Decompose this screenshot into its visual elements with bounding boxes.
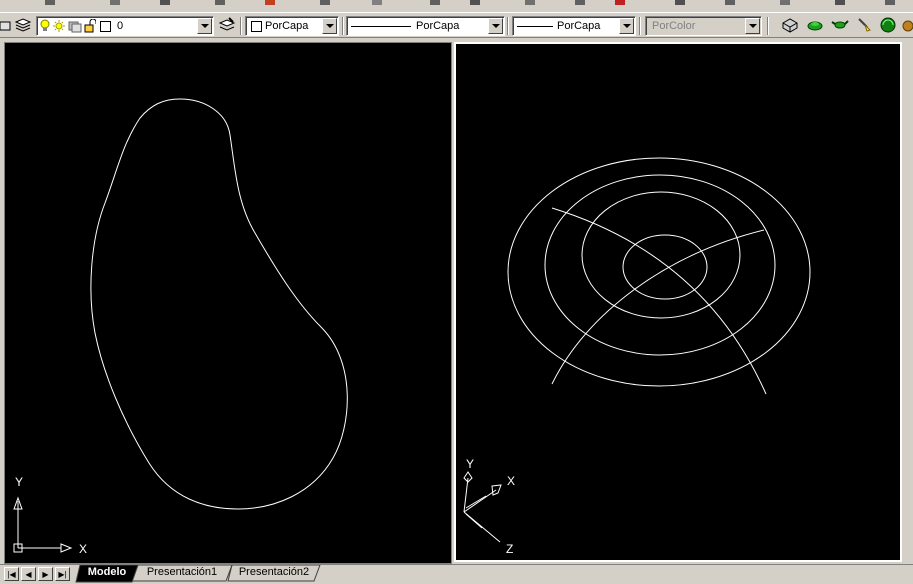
tab-shapes <box>75 565 321 583</box>
color-swatch <box>251 21 262 32</box>
render-sphere-icon[interactable] <box>879 16 897 34</box>
toolbar-icon[interactable] <box>615 0 625 5</box>
ucs-y-label: Y <box>15 475 23 489</box>
drawing-area: Y X Y X Z <box>0 39 913 564</box>
light-icon[interactable] <box>855 16 873 34</box>
toolbar-separator <box>639 17 641 35</box>
sun-icon <box>53 19 65 36</box>
lineweight-sample <box>517 26 553 27</box>
ucs-z-label: Z <box>506 542 513 556</box>
ucs-icon-3d <box>463 471 502 543</box>
plotstyle-dropdown[interactable]: PorColor <box>645 16 762 36</box>
toolbar-icon[interactable] <box>835 0 845 5</box>
toolbar-separator <box>240 17 242 35</box>
plotstyle-dropdown-arrow[interactable] <box>745 18 760 34</box>
properties-toolbar: 0 PorCapa PorCapa PorCapa PorColor <box>0 12 913 38</box>
toolbar-icon[interactable] <box>725 0 735 5</box>
viewport-freeze-icon <box>68 19 82 36</box>
toolbar-icon[interactable] <box>885 0 895 5</box>
color-dropdown[interactable]: PorCapa <box>245 16 339 36</box>
toolbar-icon[interactable] <box>430 0 440 5</box>
left-viewport[interactable]: Y X <box>4 42 452 564</box>
render-teapot-icon[interactable] <box>831 16 849 34</box>
ucs-x-label: X <box>79 542 87 556</box>
lineweight-value: PorCapa <box>557 20 601 32</box>
box-solid-icon[interactable] <box>781 16 799 34</box>
shade-solid-icon[interactable] <box>806 16 824 34</box>
layer-dropdown-arrow[interactable] <box>197 18 212 34</box>
toolbar-icon[interactable] <box>160 0 170 5</box>
toolbar-icon[interactable] <box>45 0 55 5</box>
layer-color-swatch <box>100 21 111 32</box>
layer-dropdown[interactable]: 0 <box>36 16 214 36</box>
toolbar-icon[interactable] <box>215 0 225 5</box>
lock-icon <box>84 18 97 36</box>
toolbar-icon[interactable] <box>470 0 480 5</box>
tab-presentacion1[interactable]: Presentación1 <box>138 565 226 581</box>
linetype-dropdown[interactable]: PorCapa <box>346 16 505 36</box>
toolbar-icon[interactable] <box>110 0 120 5</box>
ucs-x-label: X <box>507 474 515 488</box>
toolbar-separator <box>342 17 344 35</box>
right-viewport[interactable]: Y X Z <box>454 42 902 562</box>
tab-modelo[interactable]: Modelo <box>80 565 134 581</box>
toolbar-icon[interactable] <box>320 0 330 5</box>
left-viewport-canvas: Y X <box>13 98 348 556</box>
layer-stack-icon[interactable] <box>14 16 32 34</box>
lineweight-dropdown[interactable]: PorCapa <box>512 16 636 36</box>
color-dropdown-arrow[interactable] <box>322 18 337 34</box>
linetype-value: PorCapa <box>416 20 460 32</box>
kidney-shape-outline <box>90 98 348 510</box>
toolbar-icon[interactable] <box>525 0 535 5</box>
upper-toolbar-strip <box>0 0 913 10</box>
lightbulb-icon <box>40 19 50 36</box>
toolbar-icon[interactable] <box>372 0 382 5</box>
toolbar-icon[interactable] <box>780 0 790 5</box>
toolbar-icon[interactable] <box>575 0 585 5</box>
toolbar-separator <box>767 17 769 35</box>
right-viewport-canvas: Y X Z <box>463 157 811 556</box>
ucs-y-label: Y <box>466 457 474 471</box>
materials-icon[interactable] <box>901 16 913 34</box>
layout-tab-bar: |◀ ◀ ▶ ▶| Modelo Presentación1 Presentac… <box>0 564 913 584</box>
toolbar-icon[interactable] <box>265 0 275 5</box>
linetype-sample <box>351 26 411 27</box>
layer-manager-icon[interactable] <box>0 16 12 34</box>
layer-name: 0 <box>117 20 124 32</box>
plotstyle-value: PorColor <box>652 20 696 32</box>
ucs-icon-2d: Y X <box>13 475 87 556</box>
make-object-layer-current-icon[interactable] <box>218 16 236 34</box>
color-value: PorCapa <box>265 20 309 32</box>
toolbar-icon[interactable] <box>675 0 685 5</box>
lineweight-dropdown-arrow[interactable] <box>619 18 634 34</box>
tab-presentacion2[interactable]: Presentación2 <box>232 565 316 581</box>
dome-wireframe <box>507 157 811 395</box>
toolbar-separator <box>507 17 509 35</box>
linetype-dropdown-arrow[interactable] <box>488 18 503 34</box>
